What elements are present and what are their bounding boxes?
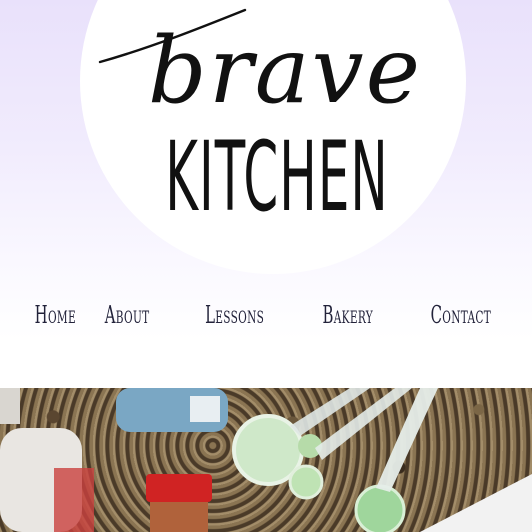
spoon-round — [354, 484, 406, 532]
nav-lessons[interactable]: Lessons — [205, 301, 264, 329]
jar-label — [54, 468, 94, 532]
spice-lid — [146, 474, 212, 502]
logo-word-brave: brave — [148, 17, 422, 124]
hero-image — [0, 388, 532, 532]
logo-word-the: the — [222, 0, 291, 6]
flour-container — [420, 474, 532, 532]
main-nav: Home About Lessons Bakery Contact — [0, 290, 532, 340]
bottle-edge — [0, 388, 20, 424]
spice-jar — [150, 502, 208, 532]
site-header: the brave KITCHEN Home About Lessons Bak… — [0, 0, 532, 388]
nav-home[interactable]: Home — [35, 301, 76, 329]
nav-about[interactable]: About — [105, 301, 150, 329]
nav-bakery[interactable]: Bakery — [322, 301, 373, 329]
spoon-medium — [288, 464, 324, 500]
nav-contact[interactable]: Contact — [431, 301, 492, 329]
barcode-label — [190, 396, 220, 422]
logo-word-kitchen: KITCHEN — [165, 122, 389, 234]
logo[interactable]: the brave KITCHEN — [0, 0, 532, 290]
hero-illustration — [0, 388, 532, 532]
